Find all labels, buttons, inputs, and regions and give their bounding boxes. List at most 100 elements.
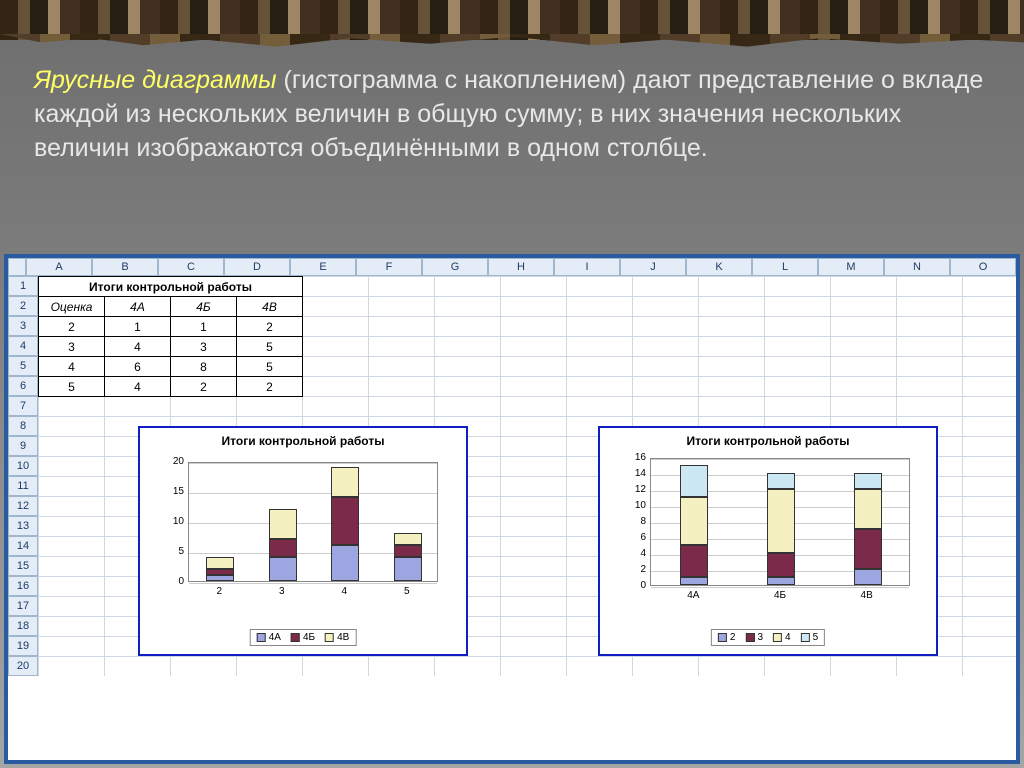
cell-grid[interactable]: Итоги контрольной работы Оценка4А4Б4В 21… <box>38 276 1016 676</box>
chart-y-tick: 12 <box>624 484 646 495</box>
chart-y-tick: 15 <box>162 486 184 497</box>
chart-y-tick: 5 <box>162 546 184 557</box>
row-header[interactable]: 6 <box>8 376 38 396</box>
row-header[interactable]: 1 <box>8 276 38 296</box>
legend-swatch <box>291 633 300 642</box>
row-header[interactable]: 19 <box>8 636 38 656</box>
row-header[interactable]: 12 <box>8 496 38 516</box>
column-header[interactable]: H <box>488 258 554 276</box>
spreadsheet-frame: ABCDEFGHIJKLMNO 123456789101112131415161… <box>4 254 1020 764</box>
row-header[interactable]: 15 <box>8 556 38 576</box>
chart-bar-segment <box>680 497 708 545</box>
row-header[interactable]: 2 <box>8 296 38 316</box>
chart-bar-segment <box>269 509 297 539</box>
legend-swatch <box>325 633 334 642</box>
row-header[interactable]: 3 <box>8 316 38 336</box>
legend-item: 4 <box>773 632 791 643</box>
chart-y-tick: 4 <box>624 548 646 559</box>
row-header[interactable]: 11 <box>8 476 38 496</box>
column-header[interactable]: J <box>620 258 686 276</box>
chart-x-tick: 3 <box>262 586 302 597</box>
column-header[interactable]: D <box>224 258 290 276</box>
chart-y-tick: 0 <box>162 576 184 587</box>
chart-bar-segment <box>269 539 297 557</box>
table-cell: 2 <box>171 377 237 397</box>
column-header[interactable]: F <box>356 258 422 276</box>
chart-bar-segment <box>767 577 795 585</box>
table-cell: 5 <box>39 377 105 397</box>
table-cell: 8 <box>171 357 237 377</box>
column-header[interactable]: O <box>950 258 1016 276</box>
row-header[interactable]: 8 <box>8 416 38 436</box>
table-row: 4685 <box>39 357 303 377</box>
chart-bar <box>269 509 297 581</box>
column-header[interactable]: I <box>554 258 620 276</box>
row-header[interactable]: 10 <box>8 456 38 476</box>
chart1-title: Итоги контрольной работы <box>140 428 466 452</box>
chart-y-tick: 2 <box>624 564 646 575</box>
row-header[interactable]: 7 <box>8 396 38 416</box>
slide-description: Ярусные диаграммы (гистограмма с накопле… <box>0 40 1024 165</box>
table-cell: 2 <box>237 377 303 397</box>
table-cell: 1 <box>171 317 237 337</box>
chart-y-tick: 6 <box>624 532 646 543</box>
chart-y-tick: 10 <box>624 500 646 511</box>
chart-bar-segment <box>767 473 795 489</box>
chart-x-tick: 4В <box>847 590 887 601</box>
column-header[interactable]: N <box>884 258 950 276</box>
table-body: 2112343546855422 <box>39 317 303 397</box>
row-header[interactable]: 20 <box>8 656 38 676</box>
chart-bar-segment <box>331 467 359 497</box>
legend-label: 5 <box>813 632 819 643</box>
header-corner[interactable] <box>8 258 26 276</box>
column-header[interactable]: L <box>752 258 818 276</box>
chart-bar-segment <box>680 545 708 577</box>
chart-bar-segment <box>680 577 708 585</box>
table-header-cell: 4В <box>237 297 303 317</box>
decorative-top-border <box>0 0 1024 40</box>
table-cell: 5 <box>237 357 303 377</box>
chart-y-tick: 10 <box>162 516 184 527</box>
column-header[interactable]: B <box>92 258 158 276</box>
row-header[interactable]: 16 <box>8 576 38 596</box>
chart-bar-segment <box>331 545 359 581</box>
row-header[interactable]: 18 <box>8 616 38 636</box>
column-header[interactable]: E <box>290 258 356 276</box>
chart-y-tick: 8 <box>624 516 646 527</box>
row-header[interactable]: 13 <box>8 516 38 536</box>
row-header[interactable]: 5 <box>8 356 38 376</box>
chart-x-tick: 5 <box>387 586 427 597</box>
legend-label: 2 <box>730 632 736 643</box>
chart-bar-segment <box>394 557 422 581</box>
chart-bar <box>331 467 359 581</box>
legend-label: 4А <box>269 632 281 643</box>
row-header[interactable]: 9 <box>8 436 38 456</box>
column-header[interactable]: K <box>686 258 752 276</box>
row-header[interactable]: 17 <box>8 596 38 616</box>
table-cell: 3 <box>39 337 105 357</box>
table-header-row: Оценка4А4Б4В <box>39 297 303 317</box>
legend-item: 4Б <box>291 632 315 643</box>
table-header-cell: Оценка <box>39 297 105 317</box>
chart-bar-segment <box>854 569 882 585</box>
chart1-legend: 4А4Б4В <box>250 629 357 646</box>
chart-bar-segment <box>854 529 882 569</box>
chart-bar <box>394 533 422 581</box>
chart1-plot <box>188 462 438 582</box>
row-header[interactable]: 4 <box>8 336 38 356</box>
chart-by-class[interactable]: Итоги контрольной работы 2345 0246810121… <box>598 426 938 656</box>
column-header[interactable]: M <box>818 258 884 276</box>
row-header[interactable]: 14 <box>8 536 38 556</box>
chart-bar-segment <box>767 553 795 577</box>
chart-bar-segment <box>680 465 708 497</box>
table-row: 3435 <box>39 337 303 357</box>
chart-by-grade[interactable]: Итоги контрольной работы 4А4Б4В 05101520… <box>138 426 468 656</box>
column-header[interactable]: C <box>158 258 224 276</box>
column-header[interactable]: G <box>422 258 488 276</box>
legend-item: 2 <box>718 632 736 643</box>
column-header[interactable]: A <box>26 258 92 276</box>
chart-bar-segment <box>394 533 422 545</box>
chart-bar-segment <box>394 545 422 557</box>
data-table: Итоги контрольной работы Оценка4А4Б4В 21… <box>38 276 303 397</box>
chart-x-tick: 2 <box>199 586 239 597</box>
